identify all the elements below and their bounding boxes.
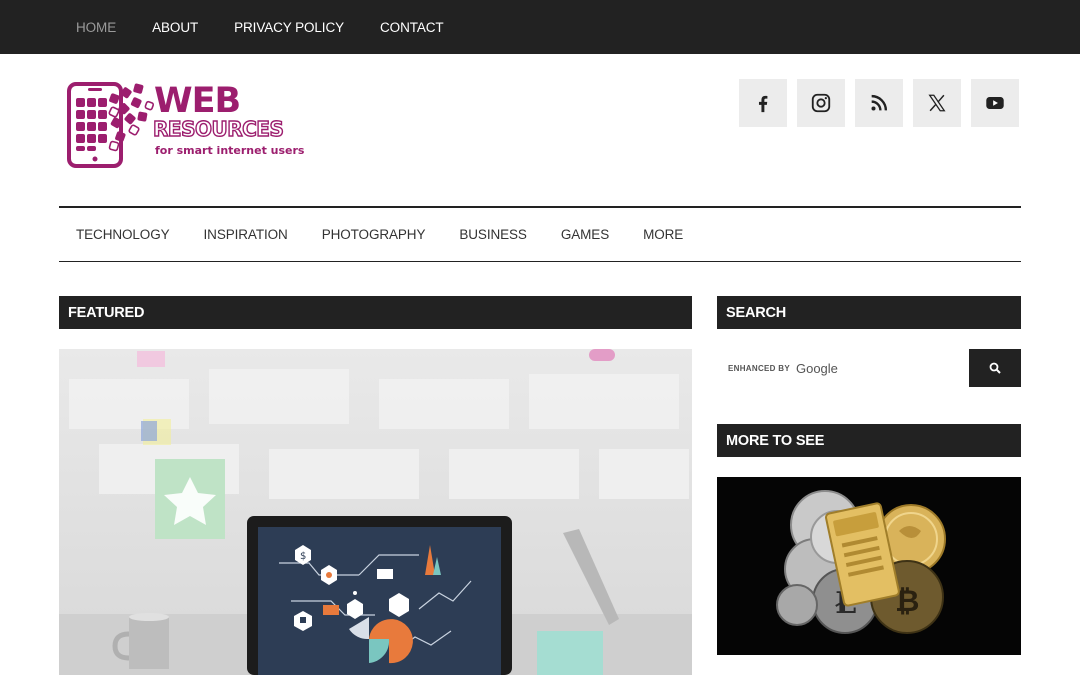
mainnav-inspiration-link[interactable]: INSPIRATION [187, 227, 305, 242]
instagram-icon [811, 93, 831, 113]
social-links [739, 79, 1019, 127]
x-twitter-link[interactable] [913, 79, 961, 127]
mainnav-more-link[interactable]: MORE [626, 227, 700, 242]
featured-article-image[interactable]: $ [59, 349, 692, 675]
svg-text:$: $ [300, 551, 306, 562]
crypto-coins-illustration: Ł ₿ [717, 477, 1021, 655]
search-icon [989, 362, 1001, 374]
rss-icon [871, 94, 888, 111]
search-heading: SEARCH [717, 296, 1021, 329]
topnav-contact-link[interactable]: CONTACT [362, 20, 462, 35]
main-navigation: TECHNOLOGY INSPIRATION PHOTOGRAPHY BUSIN… [59, 206, 1021, 262]
featured-laptop-illustration: $ [59, 349, 692, 675]
rss-link[interactable] [855, 79, 903, 127]
logo-title-resources: RESOURCES [152, 117, 284, 141]
logo-tagline: for smart internet users [155, 144, 305, 157]
search-button[interactable] [969, 349, 1021, 387]
facebook-link[interactable] [739, 79, 787, 127]
featured-heading: FEATURED [59, 296, 692, 329]
mainnav-technology-link[interactable]: TECHNOLOGY [59, 227, 187, 242]
site-logo[interactable]: WEB RESOURCES for smart internet users [66, 82, 316, 172]
top-navigation: HOME ABOUT PRIVACY POLICY CONTACT [58, 0, 462, 54]
search-form: ENHANCED BY Google [717, 349, 1021, 387]
top-bar: HOME ABOUT PRIVACY POLICY CONTACT [0, 0, 1080, 54]
x-twitter-icon [928, 94, 946, 112]
search-input[interactable] [717, 349, 970, 387]
mainnav-business-link[interactable]: BUSINESS [442, 227, 543, 242]
mainnav-photography-link[interactable]: PHOTOGRAPHY [305, 227, 443, 242]
logo-title-web: WEB [154, 81, 241, 121]
more-to-see-image[interactable]: Ł ₿ [717, 477, 1021, 655]
logo-phone-icon [67, 82, 155, 168]
more-to-see-heading: MORE TO SEE [717, 424, 1021, 457]
topnav-about-link[interactable]: ABOUT [134, 20, 216, 35]
topnav-privacy-policy-link[interactable]: PRIVACY POLICY [216, 20, 362, 35]
youtube-icon [986, 97, 1004, 109]
facebook-icon [758, 95, 768, 113]
topnav-home-link[interactable]: HOME [58, 20, 134, 35]
instagram-link[interactable] [797, 79, 845, 127]
youtube-link[interactable] [971, 79, 1019, 127]
mainnav-games-link[interactable]: GAMES [544, 227, 626, 242]
